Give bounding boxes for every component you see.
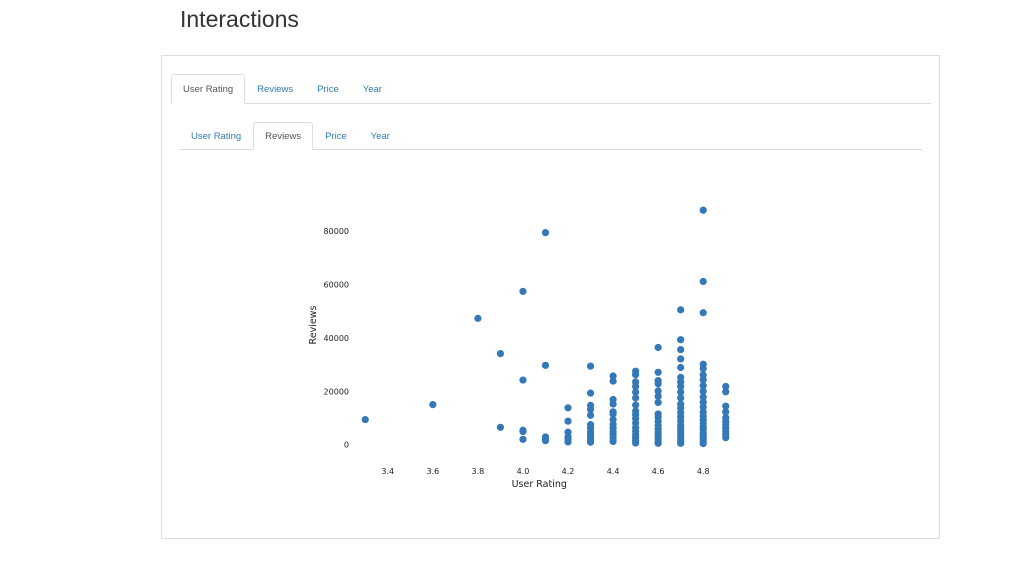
x-tick-label: 3.8 [472, 467, 485, 476]
y-axis-title: Reviews [308, 306, 319, 345]
data-point [609, 400, 617, 408]
data-point [586, 362, 595, 370]
data-point [541, 437, 550, 445]
data-point [429, 401, 437, 409]
data-point [699, 364, 707, 373]
data-point [609, 377, 617, 385]
data-point [609, 437, 617, 446]
data-point [699, 206, 707, 214]
data-point [541, 361, 550, 369]
x-tick-label: 3.4 [381, 467, 394, 476]
data-point [632, 394, 640, 402]
data-point [586, 411, 595, 419]
data-point [564, 404, 572, 412]
data-point [586, 389, 595, 397]
data-point [632, 371, 640, 379]
data-point [519, 376, 527, 384]
data-point [677, 346, 685, 354]
data-point [519, 427, 527, 436]
data-point [722, 388, 730, 396]
data-point [496, 350, 505, 358]
data-point [519, 287, 527, 295]
data-point [722, 434, 730, 442]
data-point [474, 314, 482, 322]
data-point [361, 415, 369, 424]
x-tick-label: 4.8 [697, 467, 710, 476]
data-point [677, 439, 685, 447]
data-point [699, 309, 707, 317]
data-point [699, 277, 707, 286]
data-point [519, 435, 527, 443]
y-tick-label: 40000 [324, 334, 349, 343]
data-point [564, 417, 572, 425]
data-point [654, 343, 662, 352]
scatter-plot: 0 20000 40000 60000 80000 3.4 3.6 3.8 4.0 4.2 4.4… [308, 206, 730, 490]
data-point [699, 439, 707, 448]
y-tick-label: 0 [344, 441, 349, 450]
data-point [541, 229, 550, 237]
data-point [677, 363, 685, 372]
data-point [496, 423, 505, 431]
data-point [677, 394, 685, 402]
y-tick-label: 20000 [324, 387, 349, 396]
data-point [586, 438, 595, 446]
data-point [677, 355, 685, 363]
data-point [632, 439, 640, 447]
x-tick-label: 4.6 [652, 467, 665, 476]
data-point [654, 398, 662, 407]
x-tick-label: 4.0 [517, 467, 530, 476]
data-point [564, 438, 572, 446]
data-point [654, 439, 662, 447]
data-point [677, 306, 685, 314]
data-point [677, 336, 685, 344]
data-point [654, 380, 662, 388]
y-tick-label: 60000 [324, 280, 349, 289]
data-point [654, 368, 662, 376]
y-tick-label: 80000 [324, 227, 349, 236]
x-tick-label: 3.6 [426, 467, 439, 476]
x-axis-title: User Rating [512, 479, 567, 490]
data-point [654, 392, 662, 400]
x-tick-label: 4.2 [562, 467, 575, 476]
x-tick-label: 4.4 [607, 467, 620, 476]
